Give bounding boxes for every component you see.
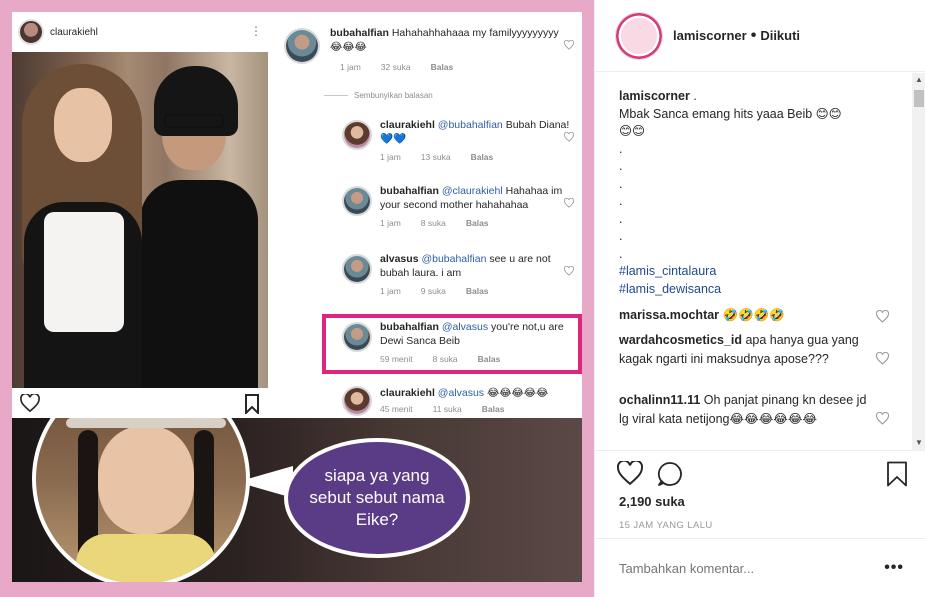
embedded-actions [12,388,268,422]
instagram-post-view: claurakiehl ⋮ bubahalfian Hahahahhahaaa … [0,0,925,597]
add-comment-bar: ••• [595,538,925,597]
thread-mention: @claurakiehl [441,185,503,197]
header-separator: • [750,26,757,44]
speech-bubble: siapa ya yang sebut sebut nama Eike? [284,438,470,558]
caption-hashtag[interactable]: #lamis_dewisanca [619,281,889,299]
caption-username[interactable]: lamiscorner [619,89,690,103]
thread-comment-meta: 1 jam 9 suka Balas [380,286,489,296]
comment-thread-screenshot: bubahalfian Hahahahhahaaa my familyyyyyy… [274,12,582,422]
embedded-avatar [18,19,44,45]
post-timestamp: 15 JAM YANG LALU [619,520,713,531]
comment-item: marissa.mochtar 🤣🤣🤣🤣 [619,306,879,325]
caption-line: . [619,211,623,226]
comments-scrollbar[interactable]: ▲ ▼ [912,73,925,450]
screenshot-collage: claurakiehl ⋮ bubahalfian Hahahahhahaaa … [12,12,582,582]
embedded-username: claurakiehl [50,26,98,38]
thread-comment-text: 😂😂😂😂😂 [486,387,549,399]
thread-mention: @bubahalfian [421,253,487,265]
embedded-photo [12,52,268,388]
comment-like-heart-icon[interactable] [876,310,889,323]
meme-portrait [32,418,250,582]
caption-hashtag[interactable]: #lamis_cintalaura [619,263,889,281]
thread-mention: @bubahalfian [437,119,503,131]
thread-username: claurakiehl [380,119,435,131]
thread-avatar [284,28,320,64]
comment-item: ochalinn11.11 Oh panjat pinang kn desee … [619,391,879,429]
caption-line: . [619,229,623,243]
thread-heart-icon [564,266,574,276]
comments-list[interactable]: lamiscorner . Mbak Sanca emang hits yaaa… [595,73,925,450]
embedded-heart-icon [20,394,40,412]
add-comment-input[interactable] [619,560,885,576]
hide-replies-label: Sembunyikan balasan [324,91,433,100]
thread-mention: @alvasus [437,387,485,399]
thread-heart-icon [564,198,574,208]
likes-count[interactable]: 2,190 suka [619,494,685,509]
comment-item: wardahcosmetics_id apa hanya gua yang ka… [619,331,879,369]
action-bar [595,450,925,500]
speech-bubble-text: siapa ya yang sebut sebut nama Eike? [309,466,445,529]
comment-username[interactable]: marissa.mochtar [619,308,719,322]
post-header: lamiscorner • Diikuti [595,0,925,72]
scroll-up-arrow-icon[interactable]: ▲ [912,73,925,87]
more-options-icon[interactable]: ••• [884,559,904,577]
thread-avatar [342,386,372,416]
thread-username: alvasus [380,253,419,265]
caption-line: . [619,141,623,156]
thread-comment-meta: 45 menit 11 suka Balas [380,404,505,414]
caption-line: . [619,159,623,173]
thread-heart-icon [564,40,574,50]
caption-line: . [619,246,623,261]
caption-line: . [619,176,623,191]
header-username[interactable]: lamiscorner [673,28,747,43]
thread-comment-meta: 1 jam 8 suka Balas [380,218,489,228]
post-caption: lamiscorner . Mbak Sanca emang hits yaaa… [619,88,889,298]
thread-comment-meta: 1 jam 32 suka Balas [340,62,454,72]
thread-username: claurakiehl [380,387,435,399]
caption-first: . [693,89,697,103]
comment-text: 🤣🤣🤣🤣 [722,308,785,322]
caption-line: . [619,194,623,208]
thread-username: bubahalfian [380,185,439,197]
scrollbar-thumb[interactable] [914,90,924,107]
thread-avatar [342,186,372,216]
caption-line: Mbak Sanca emang hits yaaa Beib 😊😊 [619,106,842,121]
highlight-box [322,314,582,374]
post-info-panel: lamiscorner • Diikuti lamiscorner . Mbak… [594,0,925,597]
comment-like-heart-icon[interactable] [876,412,889,425]
thread-heart-icon [564,132,574,142]
bookmark-icon[interactable] [886,461,908,487]
embedded-bookmark-icon [245,394,259,414]
comment-username[interactable]: wardahcosmetics_id [619,333,742,347]
comment-like-heart-icon[interactable] [876,352,889,365]
embedded-post-header: claurakiehl ⋮ [12,12,268,52]
embedded-more-icon: ⋮ [250,24,262,38]
profile-avatar[interactable] [615,11,663,60]
caption-line: 😊😊 [619,124,646,138]
comment-username[interactable]: ochalinn11.11 [619,393,700,407]
like-heart-icon[interactable] [617,461,643,485]
follow-status-button[interactable]: Diikuti [760,28,800,43]
thread-username: bubahalfian [330,27,389,39]
scroll-down-arrow-icon[interactable]: ▼ [912,436,925,450]
post-image[interactable]: claurakiehl ⋮ bubahalfian Hahahahhahaaa … [0,0,594,597]
meme-panel: siapa ya yang sebut sebut nama Eike? [12,418,582,582]
comment-bubble-icon[interactable] [657,461,683,487]
thread-avatar [342,120,372,150]
thread-comment-meta: 1 jam 13 suka Balas [380,152,494,162]
thread-avatar [342,254,372,284]
